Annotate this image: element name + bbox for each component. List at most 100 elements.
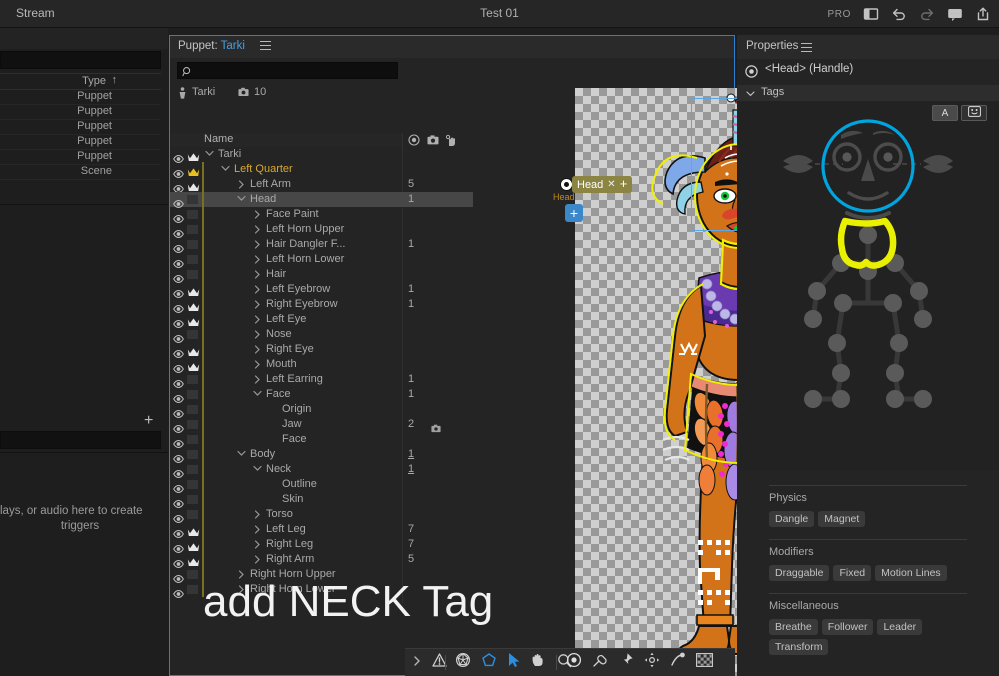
tag-chip[interactable]: Dangle — [769, 511, 814, 527]
tag-chip[interactable]: Breathe — [769, 619, 818, 635]
puppet-menu-icon[interactable] — [260, 41, 271, 50]
crown-placeholder[interactable] — [187, 390, 198, 399]
layer-value-cell[interactable] — [403, 222, 473, 237]
tag-chip[interactable]: Leader — [877, 619, 922, 635]
collapse-arrow-icon[interactable] — [237, 195, 246, 204]
layer-row[interactable]: Left Horn Lower — [170, 252, 403, 267]
head-tag-pill[interactable]: Head ✕ — [572, 176, 621, 193]
layer-row[interactable]: Right Eyebrow — [170, 297, 403, 312]
panel-layout-icon[interactable] — [863, 6, 879, 22]
layer-row[interactable]: Left Arm — [170, 177, 403, 192]
expand-arrow-icon[interactable] — [254, 240, 261, 251]
left-search-input[interactable] — [0, 51, 161, 69]
crown-placeholder[interactable] — [187, 375, 198, 384]
layer-row[interactable]: Origin — [170, 402, 403, 417]
layer-row[interactable]: Face — [170, 432, 403, 447]
layer-value-cell[interactable]: 7 — [403, 522, 473, 537]
expand-arrow-icon[interactable] — [254, 330, 261, 341]
left-panel-row[interactable]: Puppet — [0, 150, 161, 165]
move-handle-icon[interactable] — [644, 652, 660, 673]
crown-placeholder[interactable] — [187, 435, 198, 444]
crown-placeholder[interactable] — [187, 480, 198, 489]
crown-placeholder[interactable] — [187, 495, 198, 504]
collapse-arrow-icon[interactable] — [221, 165, 230, 174]
share-icon[interactable] — [975, 6, 991, 22]
tag-chip[interactable]: Draggable — [769, 565, 829, 581]
expand-arrow-icon[interactable] — [238, 180, 245, 191]
layer-value-cell[interactable]: 5 — [403, 177, 473, 192]
crown-placeholder[interactable] — [187, 405, 198, 414]
layer-row[interactable]: Left Horn Upper — [170, 222, 403, 237]
layer-value-cell[interactable] — [403, 492, 473, 507]
type-column-header[interactable]: Type ↑ — [0, 73, 161, 90]
expand-arrow-icon[interactable] — [254, 540, 261, 551]
record-icon[interactable] — [408, 134, 420, 146]
layer-value-cell[interactable] — [403, 267, 473, 282]
layer-row[interactable]: Left Quarter — [170, 162, 403, 177]
layer-row[interactable]: Body — [170, 447, 403, 462]
layer-value-cell[interactable]: 1 — [403, 237, 473, 252]
collapse-arrow-icon[interactable] — [253, 465, 262, 474]
expand-arrow-icon[interactable] — [254, 525, 261, 536]
pin-stick-icon[interactable] — [592, 652, 608, 673]
layer-row[interactable]: Left Eye — [170, 312, 403, 327]
expand-arrow-icon[interactable] — [254, 555, 261, 566]
puppet-name[interactable]: Tarki — [221, 40, 245, 52]
add-tag-button[interactable]: + — [615, 176, 632, 193]
layer-value-cell[interactable]: 5 — [403, 552, 473, 567]
mesh-grid-icon[interactable] — [696, 653, 713, 672]
layer-row[interactable]: Right Eye — [170, 342, 403, 357]
crown-placeholder[interactable] — [187, 450, 198, 459]
layer-row[interactable]: Torso — [170, 507, 403, 522]
layer-value-cell[interactable]: 7 — [403, 537, 473, 552]
chevron-right-icon[interactable] — [413, 654, 422, 672]
origin-handle-icon[interactable] — [566, 652, 582, 673]
layer-value-cell[interactable] — [403, 162, 473, 177]
layer-value-cell[interactable]: 1 — [403, 387, 473, 402]
layer-value-cell[interactable] — [403, 252, 473, 267]
expand-arrow-icon[interactable] — [254, 285, 261, 296]
layer-value-cell[interactable] — [403, 507, 473, 522]
pin-icon[interactable] — [618, 652, 634, 673]
crown-placeholder[interactable] — [187, 465, 198, 474]
expand-arrow-icon[interactable] — [254, 510, 261, 521]
layer-row[interactable]: Mouth — [170, 357, 403, 372]
crown-placeholder[interactable] — [187, 330, 198, 339]
layer-value-cell[interactable] — [403, 432, 473, 447]
layer-value-cell[interactable] — [403, 357, 473, 372]
crown-placeholder[interactable] — [187, 585, 198, 594]
crown-placeholder[interactable] — [187, 570, 198, 579]
tags-section-header[interactable]: Tags — [737, 85, 999, 101]
left-panel-row[interactable]: Puppet — [0, 105, 161, 120]
tag-chip[interactable]: Fixed — [833, 565, 871, 581]
layer-row[interactable]: Neck — [170, 462, 403, 477]
comment-icon[interactable] — [947, 6, 963, 22]
crown-placeholder[interactable] — [187, 240, 198, 249]
layer-row[interactable]: Face Paint — [170, 207, 403, 222]
layer-row[interactable]: Outline — [170, 477, 403, 492]
crown-placeholder[interactable] — [187, 510, 198, 519]
tag-chip[interactable]: Follower — [822, 619, 874, 635]
crown-placeholder[interactable] — [187, 195, 198, 204]
expand-arrow-icon[interactable] — [254, 255, 261, 266]
layer-row[interactable]: Left Leg — [170, 522, 403, 537]
tag-chip[interactable]: Transform — [769, 639, 828, 655]
expand-arrow-icon[interactable] — [254, 210, 261, 221]
layer-value-cell[interactable]: 1 — [403, 297, 473, 312]
tag-diagram-view[interactable]: A — [737, 101, 999, 471]
trigger-name-input[interactable] — [0, 431, 161, 449]
expand-arrow-icon[interactable] — [254, 225, 261, 236]
layer-value-cell[interactable]: 1 — [403, 192, 473, 207]
crown-placeholder[interactable] — [187, 255, 198, 264]
collapse-arrow-icon[interactable] — [205, 150, 214, 159]
expand-arrow-icon[interactable] — [254, 315, 261, 326]
mesh-icon[interactable] — [455, 652, 471, 673]
expand-arrow-icon[interactable] — [254, 360, 261, 371]
tag-chip[interactable]: Magnet — [818, 511, 865, 527]
expand-arrow-icon[interactable] — [254, 345, 261, 356]
layer-row[interactable]: Hair Dangler F... — [170, 237, 403, 252]
redo-icon[interactable] — [919, 6, 935, 22]
layer-row[interactable]: Left Earring — [170, 372, 403, 387]
tag-chip[interactable]: Motion Lines — [875, 565, 947, 581]
layer-row[interactable]: Jaw — [170, 417, 403, 432]
